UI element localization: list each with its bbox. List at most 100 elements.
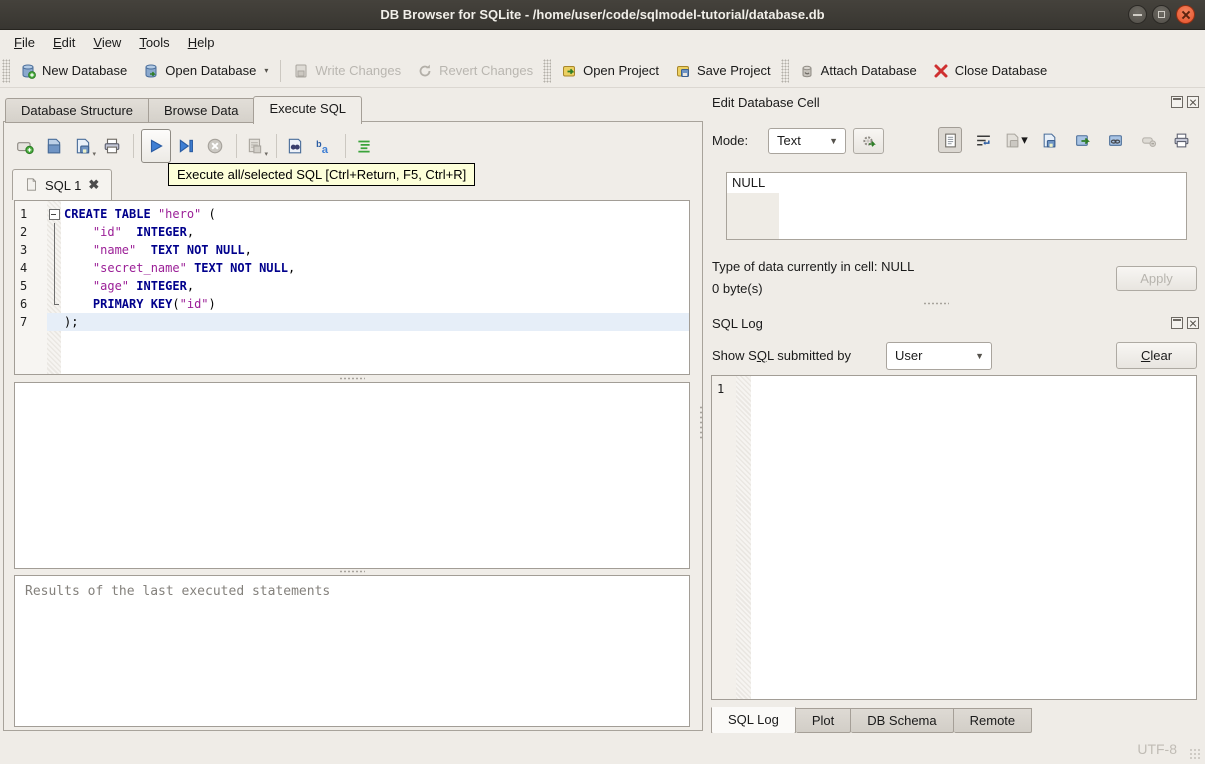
results-placeholder-text: Results of the last executed statements: [25, 584, 331, 599]
dock-tab-remote[interactable]: Remote: [953, 708, 1033, 733]
edit-cell-dock-header: Edit Database Cell: [712, 93, 1199, 111]
tab-database-structure[interactable]: Database Structure: [5, 98, 149, 123]
stop-execution-button[interactable]: [202, 133, 228, 159]
results-message-area: Results of the last executed statements: [14, 575, 690, 727]
editor-results-splitter[interactable]: [14, 375, 690, 382]
revert-changes-button[interactable]: Revert Changes: [409, 59, 541, 83]
dock-tab-plot[interactable]: Plot: [795, 708, 852, 733]
close-dock-icon[interactable]: [1187, 317, 1199, 329]
dock-splitter-handle[interactable]: [923, 302, 949, 305]
sql-toolbar: ▾ ▾ ba: [12, 128, 380, 164]
float-dock-icon[interactable]: [1171, 317, 1183, 329]
dock-tab-sql-log[interactable]: SQL Log: [711, 707, 796, 734]
save-sql-dropdown-arrow[interactable]: ▾: [92, 150, 96, 158]
save-project-button[interactable]: Save Project: [667, 59, 779, 83]
save-results-dropdown-arrow[interactable]: ▾: [264, 150, 268, 158]
print-cell-button[interactable]: [1169, 127, 1193, 153]
resize-grip[interactable]: [1189, 748, 1201, 760]
apply-button[interactable]: Apply: [1116, 266, 1197, 291]
execute-tooltip-text: Execute all/selected SQL [Ctrl+Return, F…: [177, 167, 467, 182]
editor-fold-margin[interactable]: [47, 201, 61, 374]
log-filter-combobox[interactable]: User ▼: [886, 342, 992, 370]
text-mode-button[interactable]: [938, 127, 962, 153]
save-sql-file-button[interactable]: ▾: [70, 133, 96, 159]
link-data-button[interactable]: [1103, 127, 1127, 153]
new-database-button[interactable]: New Database: [12, 59, 135, 83]
toolbar-drag-handle[interactable]: [543, 58, 552, 83]
close-database-icon: [933, 63, 949, 79]
sql-log-dock-header: SQL Log: [712, 314, 1199, 332]
open-database-icon: [143, 63, 159, 79]
chevron-down-icon: ▼: [829, 136, 838, 146]
menu-edit[interactable]: Edit: [44, 32, 84, 53]
word-wrap-button[interactable]: [971, 127, 995, 153]
autocomplete-button[interactable]: ba: [311, 133, 337, 159]
mode-combobox-value: Text: [777, 133, 801, 148]
new-sql-tab-button[interactable]: [12, 133, 38, 159]
float-dock-icon[interactable]: [1171, 96, 1183, 108]
cell-value-editor[interactable]: NULL: [726, 172, 1187, 240]
open-project-label: Open Project: [583, 63, 659, 78]
save-results-button[interactable]: ▾: [242, 133, 268, 159]
sql-document-tab[interactable]: SQL 1 ✖: [12, 169, 113, 200]
menu-view[interactable]: View: [84, 32, 130, 53]
close-sql-tab-icon[interactable]: ✖: [88, 177, 99, 193]
editor-line-numbers: 1234567: [15, 201, 47, 374]
write-changes-button[interactable]: Write Changes: [285, 59, 409, 83]
results-grid[interactable]: [14, 382, 690, 569]
attach-database-button[interactable]: Attach Database: [791, 59, 925, 83]
cell-editor-margin: [727, 193, 779, 239]
mode-combobox[interactable]: Text ▼: [768, 128, 846, 154]
results-message-splitter[interactable]: [14, 568, 690, 575]
import-from-file-button[interactable]: ▾: [1004, 127, 1028, 153]
log-text-area[interactable]: [751, 376, 1196, 699]
encoding-status: UTF-8: [1137, 741, 1177, 757]
minimize-button[interactable]: [1128, 5, 1147, 24]
new-database-label: New Database: [42, 63, 128, 78]
open-project-button[interactable]: Open Project: [553, 59, 667, 83]
maximize-button[interactable]: [1152, 5, 1171, 24]
set-null-button[interactable]: [1136, 127, 1160, 153]
execute-line-button[interactable]: [173, 133, 199, 159]
mode-label: Mode:: [712, 133, 749, 148]
close-dock-icon[interactable]: [1187, 96, 1199, 108]
tab-execute-sql[interactable]: Execute SQL: [253, 96, 363, 124]
window-controls: [1128, 5, 1195, 24]
right-panel: Edit Database Cell Mode: Text ▼ ▾ NULL T…: [706, 88, 1205, 734]
editor-code-area[interactable]: CREATE TABLE "hero" ( "id" INTEGER, "nam…: [61, 201, 689, 374]
menu-help[interactable]: Help: [179, 32, 224, 53]
toolbar-separator: [280, 59, 282, 82]
cell-value-text: NULL: [732, 175, 766, 190]
menu-tools[interactable]: Tools: [130, 32, 178, 53]
open-database-dropdown-arrow[interactable]: ▾: [264, 66, 268, 75]
save-project-label: Save Project: [696, 63, 771, 78]
statusbar: UTF-8: [0, 733, 1205, 764]
clear-log-button[interactable]: Clear: [1116, 342, 1197, 369]
toolbar-drag-handle[interactable]: [2, 58, 10, 83]
sql-editor[interactable]: 1234567 CREATE TABLE "hero" ( "id" INTEG…: [14, 200, 690, 375]
panel-splitter-handle[interactable]: [699, 405, 703, 441]
log-fold-margin: [736, 376, 751, 699]
open-database-button[interactable]: Open Database ▾: [135, 59, 276, 83]
close-database-button[interactable]: Close Database: [925, 59, 1056, 83]
find-replace-button[interactable]: [282, 133, 308, 159]
open-external-button[interactable]: [1070, 127, 1094, 153]
format-sql-button[interactable]: [351, 133, 377, 159]
toolbar-drag-handle[interactable]: [780, 58, 789, 83]
sql-log-area[interactable]: 1: [711, 375, 1197, 700]
open-sql-file-button[interactable]: [41, 133, 67, 159]
sql-toolbar-separator: [236, 134, 237, 158]
revert-changes-label: Revert Changes: [439, 63, 534, 78]
auto-mode-button[interactable]: [853, 128, 884, 154]
execute-all-button[interactable]: [141, 129, 171, 163]
tab-browse-data[interactable]: Browse Data: [148, 98, 254, 123]
export-to-file-button[interactable]: [1037, 127, 1061, 153]
log-filter-label: Show SQL submitted by: [712, 348, 851, 363]
menu-file[interactable]: File: [5, 32, 44, 53]
window-title: DB Browser for SQLite - /home/user/code/…: [380, 7, 825, 22]
print-sql-button[interactable]: [99, 133, 125, 159]
dock-tab-db-schema[interactable]: DB Schema: [851, 708, 954, 733]
write-changes-label: Write Changes: [315, 63, 402, 78]
close-button[interactable]: [1176, 5, 1195, 24]
sql-log-title: SQL Log: [712, 315, 763, 331]
